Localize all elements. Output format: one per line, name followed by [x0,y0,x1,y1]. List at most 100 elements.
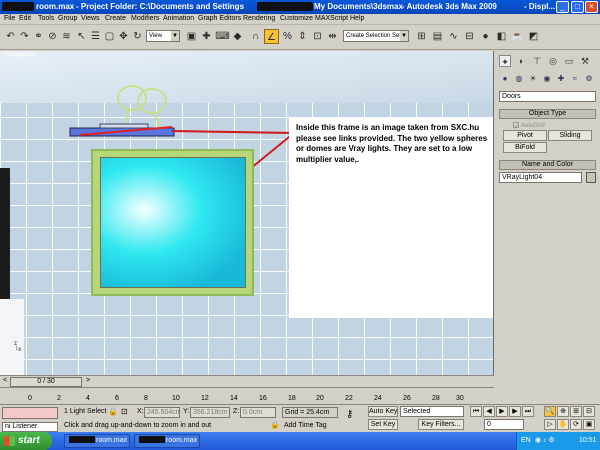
menu-maxscript[interactable]: MAXScript [315,15,348,22]
unlink-icon[interactable]: ⊘ [45,29,60,44]
current-frame-field[interactable]: 0 [484,419,524,430]
region-icon[interactable]: ▢ [102,29,117,44]
menu-tools[interactable]: Tools [38,15,54,22]
named-selection-dropdown[interactable]: Create Selection Set ▼ [343,30,409,42]
helpers-icon[interactable]: ✚ [555,73,567,85]
coord-system-dropdown[interactable]: View ▼ [146,30,180,42]
angle-snap-icon[interactable]: ∠ [264,29,279,44]
rotate-icon[interactable]: ↻ [130,29,145,44]
next-frame-arrow[interactable]: > [86,377,90,384]
object-name-input[interactable]: VRayLight04 [499,172,582,183]
align-icon[interactable]: ⊞ [414,29,429,44]
menu-rendering[interactable]: Rendering [243,15,275,22]
auto-key-mode-dropdown[interactable]: Selected [400,406,464,417]
prev-frame-arrow[interactable]: < [3,377,7,384]
taskbar-item[interactable]: room.max [64,434,130,448]
maxscript-listener-input[interactable] [2,407,58,419]
material-editor-icon[interactable]: ● [478,29,493,44]
shapes-icon[interactable]: ◍ [513,73,525,85]
auto-key-button[interactable]: Auto Key [368,406,398,417]
autogrid-checkbox[interactable]: ✓ AutoGrid [513,122,545,130]
language-indicator[interactable]: EN [521,432,531,450]
bifold-button[interactable]: BiFold [503,142,547,153]
teapot-icon[interactable]: ☕ [510,29,525,44]
keyboard-shortcut-icon[interactable]: ⌨ [215,29,230,44]
menu-create[interactable]: Create [105,15,126,22]
percent-snap-icon[interactable]: % [280,29,295,44]
maximize-viewport-icon[interactable]: ▣ [583,419,595,430]
undo-icon[interactable]: ↶ [3,29,18,44]
menu-animation[interactable]: Animation [163,15,194,22]
key-filters-button[interactable]: Key Filters... [418,419,464,430]
bind-icon[interactable]: ≋ [59,29,74,44]
menu-graph-editors[interactable]: Graph Editors [198,15,241,22]
object-type-rollout[interactable]: Object Type [499,109,596,119]
absolute-mode-icon[interactable]: ⊡ [121,407,128,416]
named-sets-icon[interactable]: ⊡ [310,29,325,44]
lights-icon[interactable]: ☀ [527,73,539,85]
next-key-icon[interactable]: ▶ [509,406,521,417]
mirror-icon[interactable]: ⇹ [325,29,340,44]
select-icon[interactable]: ↖ [74,29,89,44]
utilities-tab-icon[interactable]: ⚒ [579,55,591,67]
object-color-swatch[interactable] [586,172,596,183]
quick-render-icon[interactable]: ◩ [526,29,541,44]
minimize-button[interactable]: _ [556,1,569,13]
hierarchy-tab-icon[interactable]: ⊤ [531,55,543,67]
geometry-icon[interactable]: ● [499,73,511,85]
render-setup-icon[interactable]: ◧ [494,29,509,44]
pivot-icon[interactable]: ▣ [184,29,199,44]
pivot-button[interactable]: Pivot [503,130,547,141]
menu-help[interactable]: Help [350,15,364,22]
sliding-button[interactable]: Sliding [548,130,592,141]
motion-tab-icon[interactable]: ◎ [547,55,559,67]
play-icon[interactable]: ▶ [496,406,508,417]
curve-editor-icon[interactable]: ∿ [446,29,461,44]
schematic-icon[interactable]: ⊟ [462,29,477,44]
menu-views[interactable]: Views [81,15,100,22]
x-coordinate-field[interactable]: 245.504cm [144,407,180,418]
lock-icon[interactable]: 🔒 [108,407,118,416]
zoom-extents-icon[interactable]: ⊞ [570,406,582,417]
display-tab-icon[interactable]: ▭ [563,55,575,67]
menu-modifiers[interactable]: Modifiers [131,15,159,22]
prev-key-icon[interactable]: ◀ [483,406,495,417]
maximize-button[interactable]: □ [571,1,584,13]
time-slider[interactable]: < 0 / 30 > [0,375,494,387]
spinner-snap-icon[interactable]: ⇕ [295,29,310,44]
create-tab-icon[interactable]: ✦ [499,55,511,67]
menu-edit[interactable]: Edit [19,15,31,22]
cameras-icon[interactable]: ◉ [541,73,553,85]
zoom-all-icon[interactable]: ⊕ [557,406,569,417]
menu-customize[interactable]: Customize [280,15,313,22]
snap-3d-icon[interactable]: ∩ [248,29,263,44]
manipulate-icon[interactable]: ✚ [199,29,214,44]
add-time-tag-button[interactable]: Add Time Tag [284,422,327,429]
maxscript-listener-label[interactable]: ni Listener [2,422,58,432]
zoom-icon[interactable]: 🔍 [544,406,556,417]
menu-file[interactable]: File [4,15,15,22]
tray-icons[interactable]: ◉ ♪ ⚙ [535,432,555,450]
close-button[interactable]: × [585,1,598,13]
goto-end-icon[interactable]: ⏭ [522,406,534,417]
redo-icon[interactable]: ↷ [17,29,32,44]
pan-icon[interactable]: ✋ [557,419,569,430]
picture-frame[interactable] [91,149,254,296]
zoom-extents-all-icon[interactable]: ⊟ [583,406,595,417]
move-icon[interactable]: ✥ [116,29,131,44]
layers-icon[interactable]: ▤ [430,29,445,44]
start-button[interactable]: start [0,432,52,450]
orbit-icon[interactable]: ⟳ [570,419,582,430]
link-icon[interactable]: ⚭ [31,29,46,44]
z-coordinate-field[interactable]: 0.0cm [240,407,276,418]
modify-tab-icon[interactable]: ◗ [515,55,527,67]
taskbar-item[interactable]: room.max [134,434,200,448]
perspective-viewport[interactable]: Perspective Inside this frame is an imag… [0,51,494,375]
set-key-button[interactable]: Set Key [368,419,398,430]
goto-start-icon[interactable]: ⏮ [470,406,482,417]
name-color-rollout[interactable]: Name and Color [499,160,596,170]
menu-group[interactable]: Group [58,15,77,22]
field-of-view-icon[interactable]: ▷ [544,419,556,430]
render-icon[interactable]: ◆ [230,29,245,44]
spacewarps-icon[interactable]: ≈ [569,73,581,85]
